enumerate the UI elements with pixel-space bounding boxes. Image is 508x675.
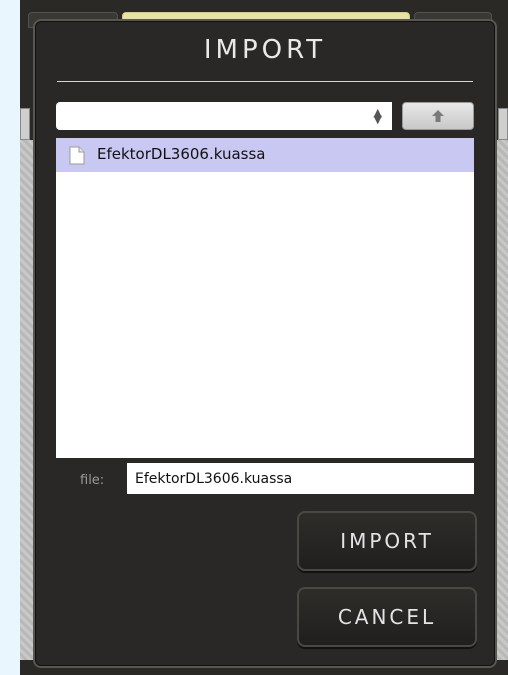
dialog-title: IMPORT	[203, 35, 327, 65]
up-down-arrows-icon: ▲ ▼	[373, 106, 382, 126]
parent-folder-button[interactable]	[402, 102, 474, 130]
cancel-button[interactable]: CANCEL	[297, 587, 477, 647]
import-button[interactable]: IMPORT	[297, 511, 477, 571]
folder-path-select[interactable]: ▲ ▼	[56, 102, 392, 130]
title-divider	[57, 81, 473, 82]
arrow-up-icon	[432, 110, 444, 122]
background-panel-edge	[20, 108, 30, 140]
file-list[interactable]: EfektorDL3606.kuassa	[56, 138, 474, 458]
import-dialog: IMPORT ▲▼ EfektorDL3606.kuassa file: IMP…	[33, 19, 497, 668]
file-name-input[interactable]	[127, 463, 474, 494]
background-panel-edge	[498, 108, 508, 140]
file-field-label: file:	[80, 473, 105, 488]
document-icon	[69, 146, 85, 165]
file-list-item[interactable]: EfektorDL3606.kuassa	[56, 138, 474, 172]
file-name: EfektorDL3606.kuassa	[97, 145, 266, 163]
